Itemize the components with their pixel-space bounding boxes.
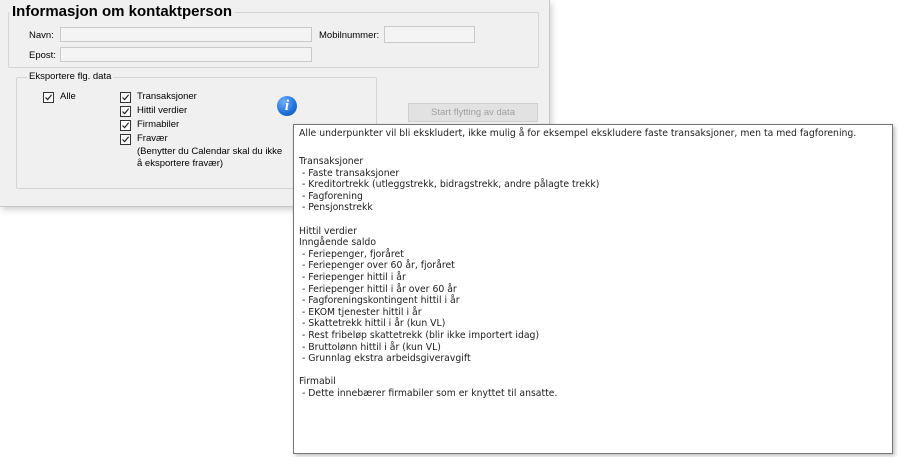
hittil-verdier-checkbox[interactable] xyxy=(120,106,131,117)
tooltip-intro: Alle underpunkter vil bli ekskludert, ik… xyxy=(299,128,857,139)
firmabiler-checkbox[interactable] xyxy=(120,120,131,131)
firmabiler-label: Firmabiler xyxy=(137,119,180,130)
checkmark-icon xyxy=(122,108,130,115)
epost-field[interactable] xyxy=(60,47,312,62)
export-group-title: Eksportere flg. data xyxy=(27,71,114,83)
checkmark-icon xyxy=(122,122,130,129)
fravaer-checkbox[interactable] xyxy=(120,134,131,145)
fravaer-note: (Benytter du Calendar skal du ikke å eks… xyxy=(137,146,283,169)
tooltip-body: Transaksjoner - Faste transaksjoner - Kr… xyxy=(299,156,600,399)
navn-label: Navn: xyxy=(29,30,54,41)
navn-field[interactable] xyxy=(60,27,312,42)
checkmark-icon xyxy=(45,94,53,101)
mobilnummer-label: Mobilnummer: xyxy=(319,30,380,41)
transaksjoner-checkbox[interactable] xyxy=(120,92,131,103)
info-icon[interactable]: i xyxy=(277,96,297,116)
tooltip-popup: Alle underpunkter vil bli ekskludert, ik… xyxy=(293,124,893,454)
fravaer-label: Fravær xyxy=(137,133,168,144)
contact-group-title: Informasjon om kontaktperson xyxy=(10,3,235,21)
epost-label: Epost: xyxy=(29,50,56,61)
mobilnummer-field[interactable] xyxy=(384,26,475,43)
start-flytting-button[interactable]: Start flytting av data xyxy=(408,103,538,122)
checkmark-icon xyxy=(122,94,130,101)
transaksjoner-label: Transaksjoner xyxy=(137,91,197,102)
hittil-verdier-label: Hittil verdier xyxy=(137,105,188,116)
alle-label: Alle xyxy=(60,91,76,102)
alle-checkbox[interactable] xyxy=(43,92,54,103)
checkmark-icon xyxy=(122,136,130,143)
